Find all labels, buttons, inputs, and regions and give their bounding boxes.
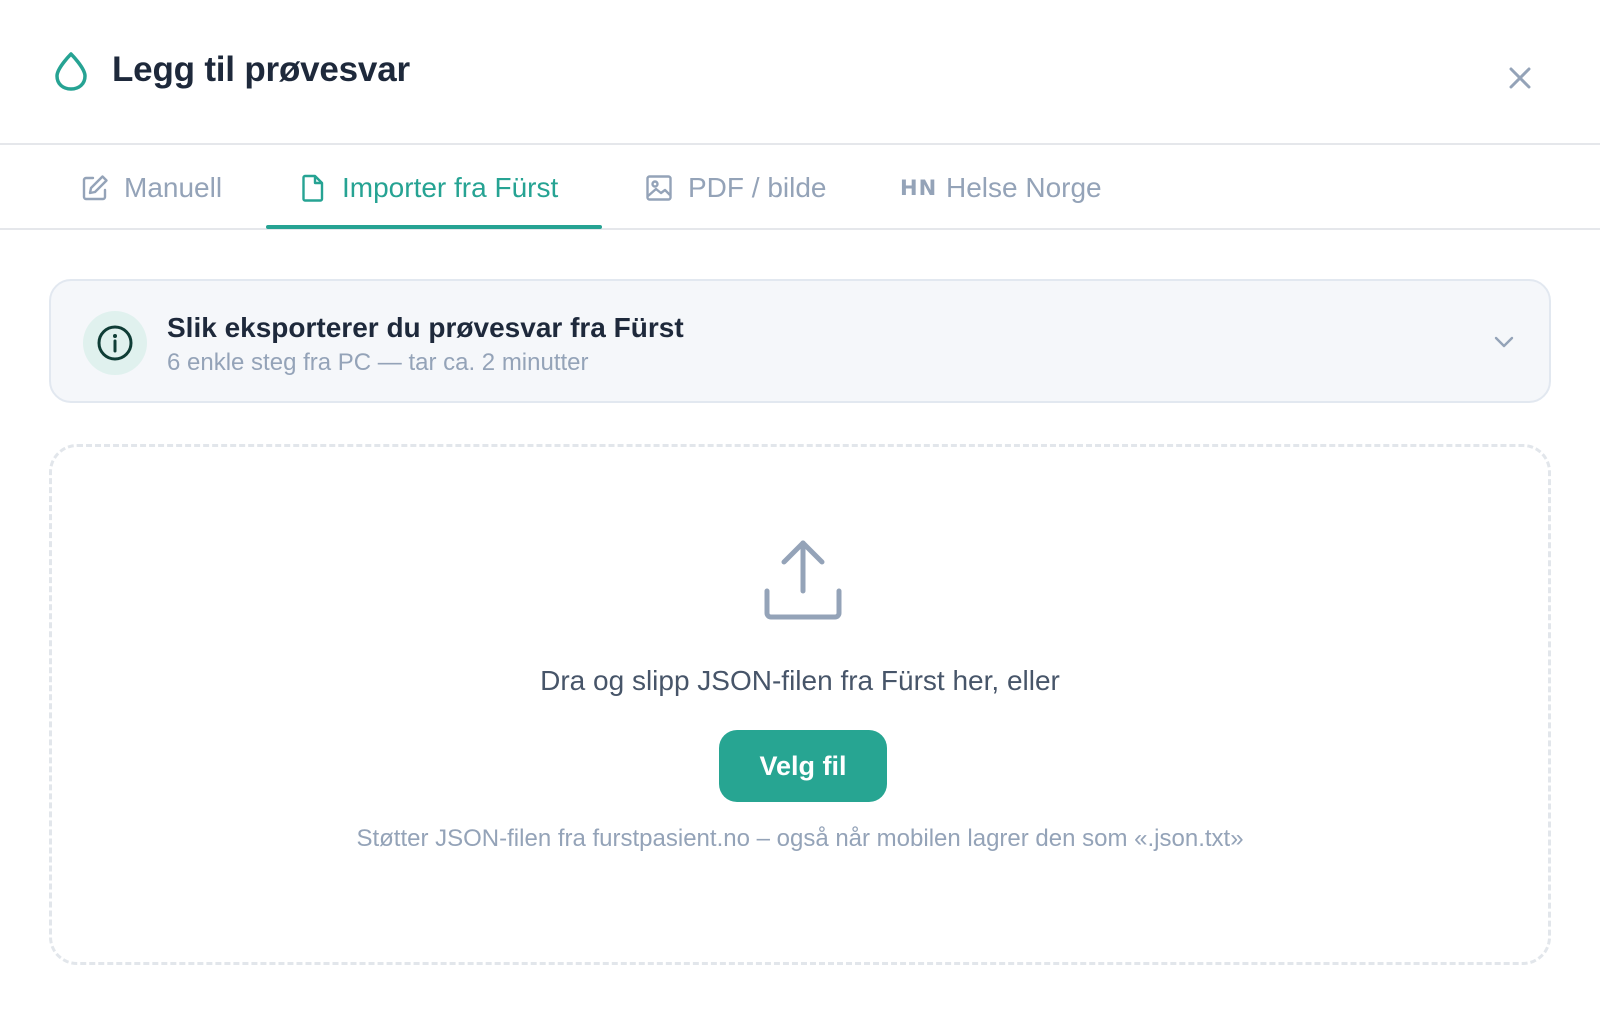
document-icon xyxy=(298,173,328,203)
instructions-title: Slik eksporterer du prøvesvar fra Fürst xyxy=(167,312,684,343)
image-icon xyxy=(644,173,674,203)
helsenorge-logo-icon: HN xyxy=(900,175,938,200)
tab-manual[interactable]: Manuell xyxy=(80,145,222,230)
tab-helse-norge-label: Helse Norge xyxy=(946,171,1102,203)
export-instructions-panel[interactable]: Slik eksporterer du prøvesvar fra Fürst … xyxy=(49,279,1551,403)
tab-import-furst-label: Importer fra Fürst xyxy=(342,171,559,203)
info-icon xyxy=(83,311,147,375)
supported-format-note: Støtter JSON-filen fra furstpasient.no –… xyxy=(356,825,1244,852)
tab-helse-norge[interactable]: HN Helse Norge xyxy=(900,145,1102,230)
choose-file-button[interactable]: Velg fil xyxy=(719,730,887,802)
tab-pdf-image-label: PDF / bilde xyxy=(688,171,827,203)
active-tab-indicator xyxy=(266,225,602,229)
chevron-down-icon xyxy=(1494,336,1514,348)
tab-manual-label: Manuell xyxy=(124,171,223,203)
water-drop-icon xyxy=(55,52,87,91)
close-button[interactable] xyxy=(1502,60,1538,96)
dialog-title: Legg til prøvesvar xyxy=(112,50,410,89)
edit-icon xyxy=(80,173,110,203)
dropzone-instruction: Dra og slipp JSON-filen fra Fürst her, e… xyxy=(540,665,1060,696)
instructions-subtitle: 6 enkle steg fra PC — tar ca. 2 minutter xyxy=(167,349,589,376)
tab-import-furst[interactable]: Importer fra Fürst xyxy=(298,145,558,230)
add-test-result-dialog: Legg til prøvesvar Manuell Importer fra … xyxy=(0,0,1600,1014)
dialog-header: Legg til prøvesvar xyxy=(0,0,1600,145)
upload-icon xyxy=(764,540,842,620)
file-dropzone[interactable]: Dra og slipp JSON-filen fra Fürst her, e… xyxy=(49,444,1551,965)
source-tabs: Manuell Importer fra Fürst PDF / bilde H… xyxy=(0,145,1600,230)
tab-pdf-image[interactable]: PDF / bilde xyxy=(644,145,827,230)
close-icon xyxy=(1509,67,1531,89)
